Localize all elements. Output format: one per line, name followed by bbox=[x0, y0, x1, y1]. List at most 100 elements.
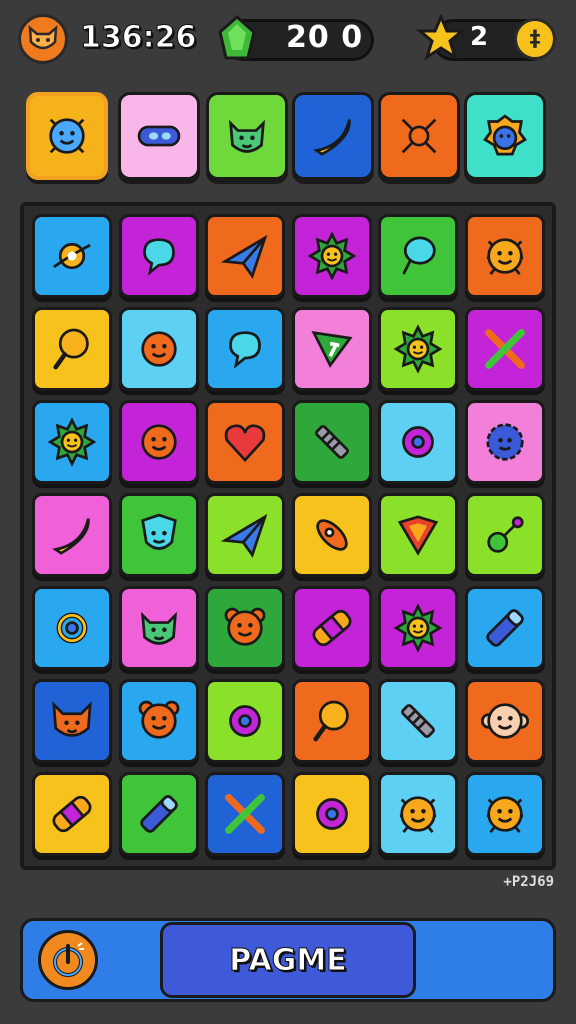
top-hud: 136:26 20 0 2 ‡ bbox=[0, 0, 576, 84]
board-tile[interactable] bbox=[465, 400, 545, 484]
board-tile[interactable] bbox=[465, 772, 545, 856]
board-tile[interactable] bbox=[32, 493, 112, 577]
flag-icon bbox=[311, 330, 353, 368]
board-tile[interactable] bbox=[119, 214, 199, 298]
sun-face-icon bbox=[393, 324, 443, 374]
board-tile[interactable] bbox=[292, 493, 372, 577]
board-tile[interactable] bbox=[32, 214, 112, 298]
donut-icon bbox=[229, 705, 261, 737]
board-tile[interactable] bbox=[465, 214, 545, 298]
timer-readout: 136:26 bbox=[79, 20, 197, 56]
board-tile[interactable] bbox=[292, 586, 372, 670]
board-tile[interactable] bbox=[119, 493, 199, 577]
smiley-face-icon bbox=[141, 331, 177, 367]
crossed-tools-icon bbox=[401, 118, 437, 154]
board-tile[interactable] bbox=[378, 307, 458, 391]
board-tile[interactable] bbox=[292, 400, 372, 484]
gear-face-icon bbox=[486, 423, 524, 461]
banana-icon bbox=[313, 119, 351, 156]
monkey-face-icon bbox=[480, 703, 530, 739]
recycle-icon bbox=[56, 612, 88, 644]
bug-icon bbox=[486, 796, 524, 833]
board-tile[interactable] bbox=[119, 772, 199, 856]
game-board bbox=[20, 202, 556, 870]
board-tile[interactable] bbox=[32, 400, 112, 484]
board-tile[interactable] bbox=[32, 679, 112, 763]
fox-face-icon bbox=[52, 701, 92, 737]
shield-icon bbox=[397, 515, 439, 556]
queue-tile[interactable] bbox=[464, 92, 546, 180]
board-tile[interactable] bbox=[378, 400, 458, 484]
board-tile[interactable] bbox=[378, 493, 458, 577]
queue-tile[interactable] bbox=[292, 92, 374, 180]
speech-bubble-icon bbox=[143, 238, 175, 276]
speech-bubble-icon bbox=[229, 331, 261, 369]
queue-tile[interactable] bbox=[26, 92, 108, 180]
sun-face-icon bbox=[393, 603, 443, 653]
board-tile[interactable] bbox=[205, 772, 285, 856]
queue-tile[interactable] bbox=[206, 92, 288, 180]
star-icon bbox=[415, 13, 467, 64]
bear-face-icon bbox=[224, 607, 266, 646]
cat-face-icon bbox=[229, 119, 265, 153]
bug-icon bbox=[399, 796, 437, 833]
board-tile[interactable] bbox=[205, 214, 285, 298]
queue-tile[interactable] bbox=[118, 92, 200, 180]
lollipop-icon bbox=[53, 328, 89, 370]
sun-face-icon bbox=[47, 417, 97, 467]
board-tile[interactable] bbox=[378, 772, 458, 856]
crossed-swords-icon bbox=[225, 794, 265, 834]
board-tile[interactable] bbox=[205, 400, 285, 484]
board-tile[interactable] bbox=[119, 307, 199, 391]
paper-plane-icon bbox=[220, 234, 268, 279]
screw-icon bbox=[401, 704, 435, 738]
board-tile[interactable] bbox=[292, 307, 372, 391]
board-tile[interactable] bbox=[465, 586, 545, 670]
queue-tile[interactable] bbox=[378, 92, 460, 180]
board-tile[interactable] bbox=[292, 772, 372, 856]
coin-icon[interactable]: ‡ bbox=[514, 18, 556, 60]
board-tile[interactable] bbox=[205, 493, 285, 577]
bug-icon bbox=[486, 238, 524, 275]
smiley-face-icon bbox=[141, 424, 177, 460]
board-tile[interactable] bbox=[205, 679, 285, 763]
board-tile[interactable] bbox=[119, 586, 199, 670]
power-button[interactable] bbox=[38, 930, 98, 990]
board-tile[interactable] bbox=[32, 307, 112, 391]
bandage-icon bbox=[312, 609, 352, 647]
rocket-icon bbox=[316, 519, 348, 551]
board-tile[interactable] bbox=[292, 679, 372, 763]
power-icon bbox=[53, 942, 84, 977]
board-tile[interactable] bbox=[119, 679, 199, 763]
bandage-icon bbox=[52, 795, 92, 833]
robot-face-icon bbox=[49, 118, 85, 154]
board-tile[interactable] bbox=[292, 214, 372, 298]
board-tile[interactable] bbox=[378, 214, 458, 298]
coin-count: 2 bbox=[470, 22, 489, 52]
lion-face-icon bbox=[483, 114, 527, 156]
board-tile[interactable] bbox=[378, 586, 458, 670]
pill-capsule-icon bbox=[137, 125, 181, 147]
main-action-button[interactable]: PAGME bbox=[160, 922, 416, 998]
gem-icon bbox=[214, 14, 260, 64]
board-tile[interactable] bbox=[465, 679, 545, 763]
bear-face-icon bbox=[138, 700, 180, 739]
board-tile[interactable] bbox=[32, 586, 112, 670]
pencil-icon bbox=[486, 609, 524, 647]
board-tile[interactable] bbox=[205, 586, 285, 670]
board-tile[interactable] bbox=[32, 772, 112, 856]
board-tile[interactable] bbox=[465, 307, 545, 391]
fox-face-icon bbox=[18, 14, 68, 64]
board-tile[interactable] bbox=[378, 679, 458, 763]
donut-icon bbox=[402, 426, 434, 458]
donut-icon bbox=[316, 798, 348, 830]
board-tile[interactable] bbox=[119, 400, 199, 484]
heart-icon bbox=[224, 424, 266, 463]
banana-icon bbox=[52, 518, 90, 555]
balloon-icon bbox=[402, 236, 436, 275]
gem-count: 20 0 bbox=[286, 20, 364, 55]
board-tile[interactable] bbox=[205, 307, 285, 391]
sun-face-icon bbox=[307, 231, 357, 281]
board-tile[interactable] bbox=[465, 493, 545, 577]
key-icon bbox=[487, 516, 524, 553]
